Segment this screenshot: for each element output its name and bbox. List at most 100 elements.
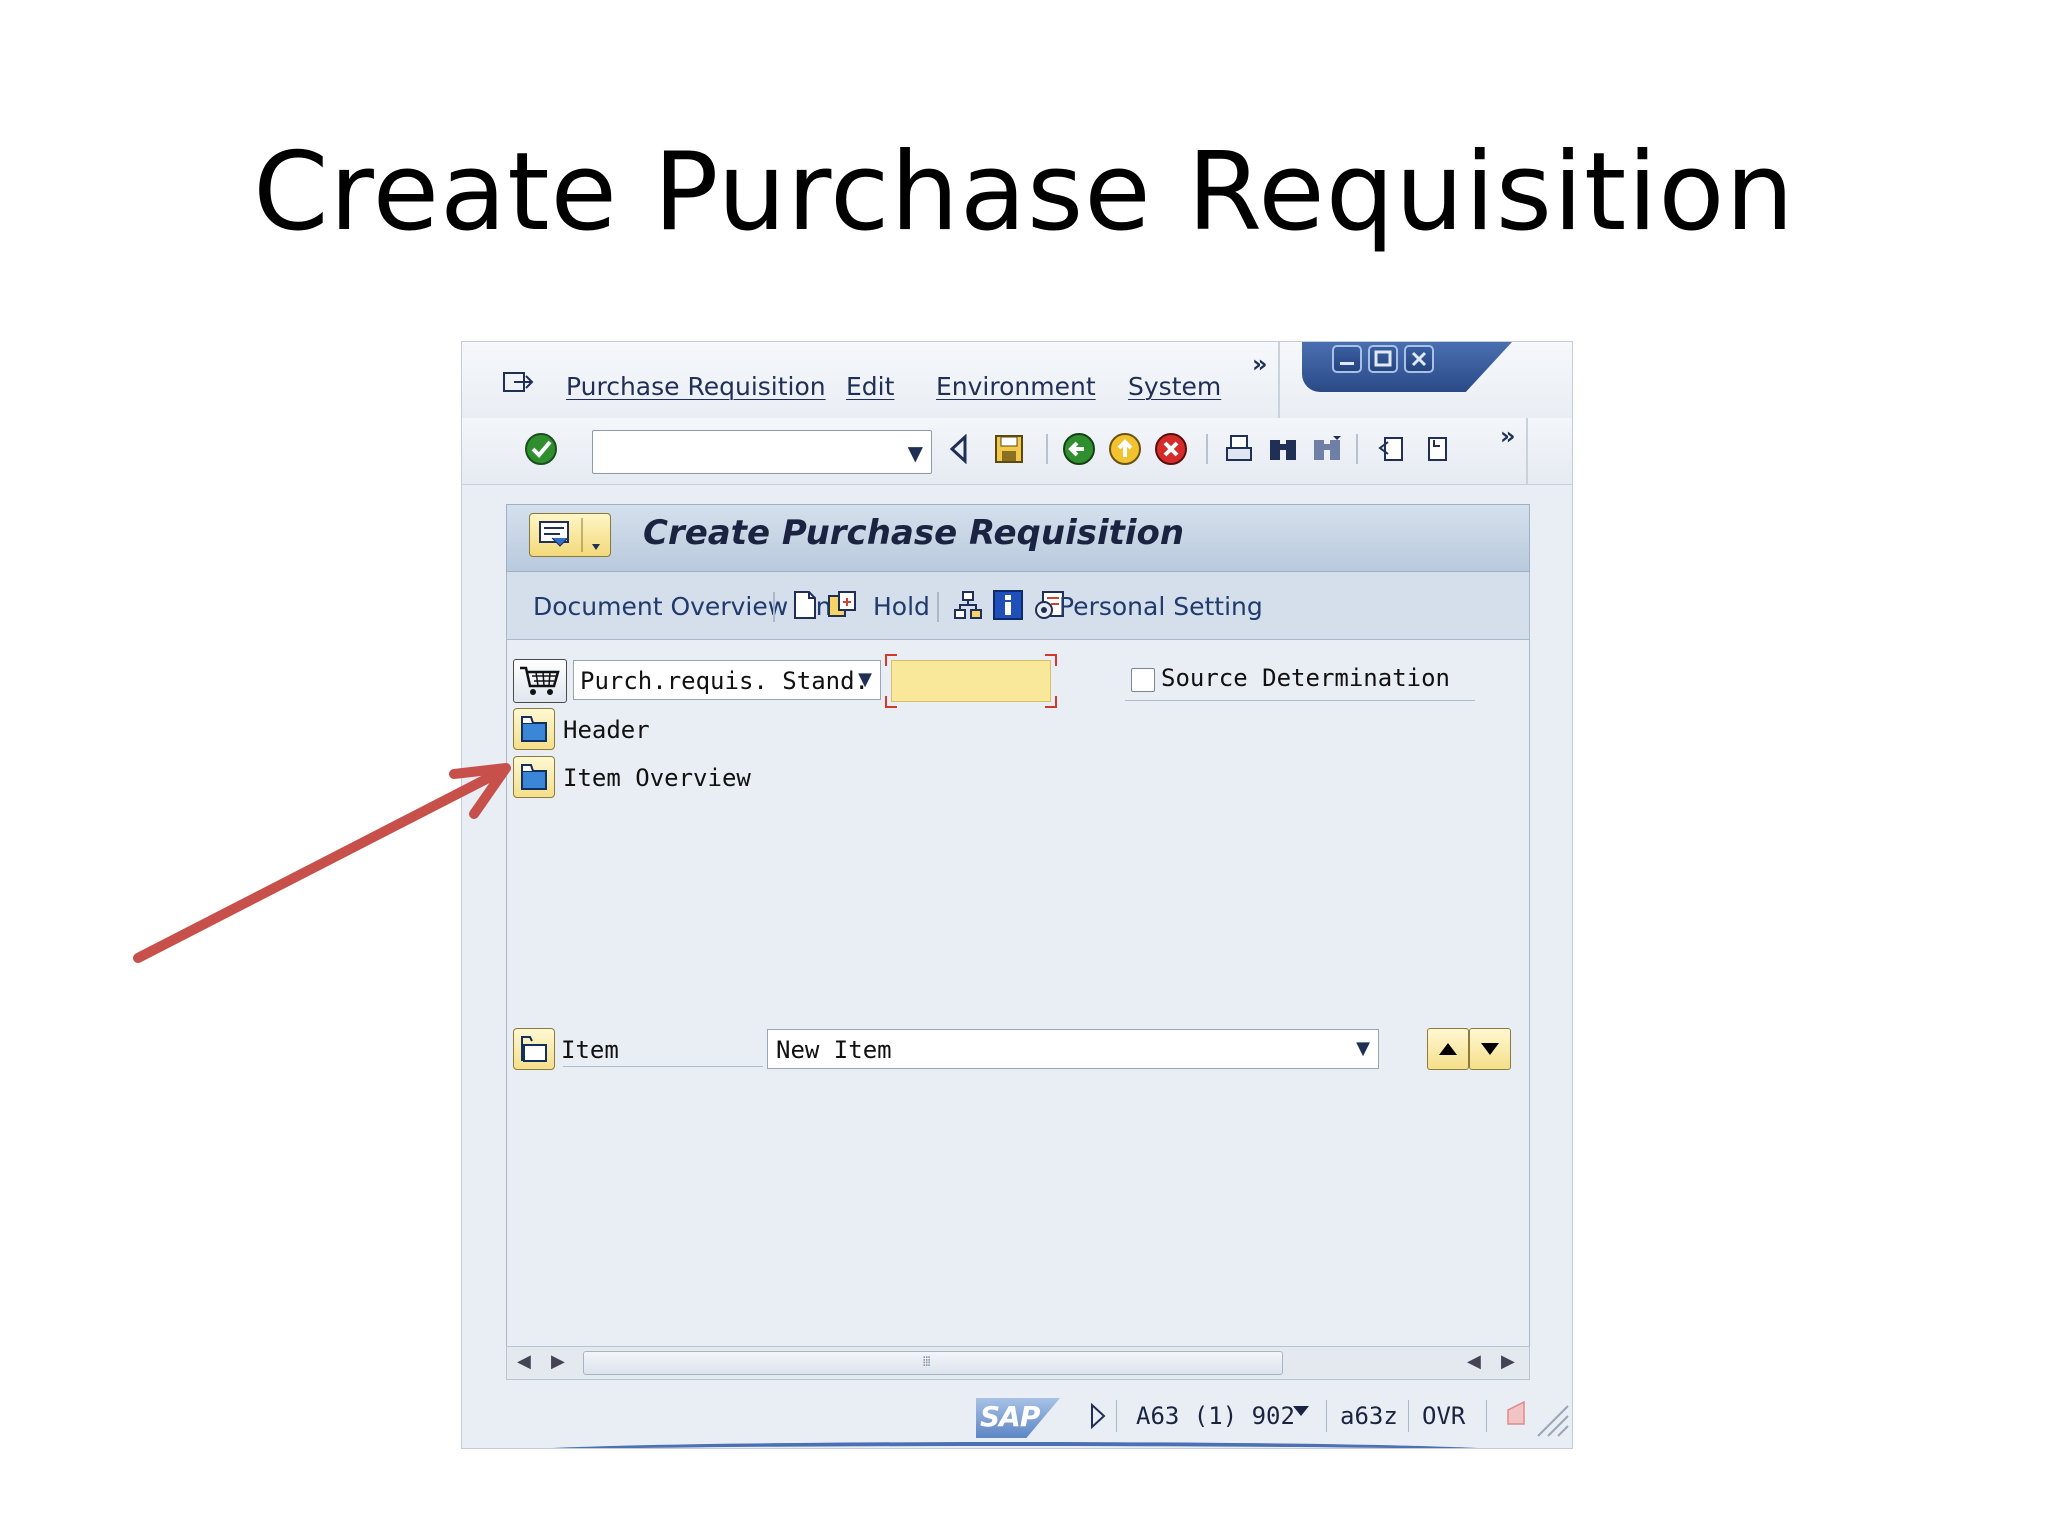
sap-logo-text: SAP — [980, 1400, 1040, 1433]
source-determination-checkbox[interactable] — [1131, 668, 1155, 692]
scroll-left-end-icon[interactable]: ◀ — [1467, 1351, 1481, 1372]
command-field-dropdown-icon[interactable]: ▼ — [908, 441, 923, 465]
slide-title: Create Purchase Requisition — [253, 130, 1795, 255]
shopping-cart-icon — [520, 666, 560, 695]
status-separator — [1408, 1400, 1409, 1432]
save-icon[interactable] — [992, 432, 1026, 466]
find-binoculars-icon[interactable] — [1266, 432, 1300, 466]
expand-folder-icon — [521, 716, 547, 742]
find-next-binoculars-icon[interactable] — [1310, 432, 1344, 466]
status-server: a63z — [1340, 1402, 1398, 1430]
menu-exit-icon[interactable] — [502, 370, 534, 394]
menu-divider — [1278, 342, 1280, 418]
screen-content: Purch.requis. Stand. ▼ Source Determinat… — [506, 640, 1530, 1380]
item-label-underline — [563, 1066, 763, 1067]
application-toolbar: Document Overview On Hold Personal Setti… — [506, 572, 1530, 640]
status-separator — [1116, 1400, 1117, 1432]
document-type-value: Purch.requis. Stand. — [580, 667, 869, 695]
toolbar-more-chevron-icon[interactable]: » — [1500, 422, 1516, 450]
document-type-dropdown-icon[interactable]: ▼ — [858, 669, 872, 690]
create-document-icon[interactable] — [787, 588, 821, 622]
back-triangle-icon[interactable] — [942, 432, 976, 466]
screen-title-bar: Create Purchase Requisition — [506, 504, 1530, 572]
menu-system[interactable]: System — [1128, 372, 1221, 401]
menu-purchase-requisition[interactable]: Purchase Requisition — [566, 372, 826, 401]
status-expand-triangle-icon[interactable] — [1088, 1402, 1108, 1430]
collapse-folder-icon — [521, 1036, 547, 1062]
cancel-icon[interactable] — [1154, 432, 1188, 466]
status-bar: SAP A63 (1) 902 a63z OVR — [462, 1388, 1572, 1444]
sap-gui-window: Purchase Requisition Edit Environment Sy… — [461, 341, 1573, 1449]
window-controls — [1302, 342, 1512, 392]
down-arrow-icon — [1481, 1043, 1499, 1055]
toolbar-separator — [1046, 434, 1048, 464]
source-determination-label: Source Determination — [1161, 664, 1450, 692]
item-detail-collapse-button[interactable] — [513, 1028, 555, 1070]
maximize-button[interactable] — [1368, 345, 1398, 373]
close-button[interactable] — [1404, 345, 1434, 373]
shopping-cart-button[interactable] — [513, 659, 567, 703]
required-field-marker — [885, 654, 897, 666]
command-field[interactable]: ▼ — [592, 430, 932, 474]
screen-title: Create Purchase Requisition — [643, 513, 1185, 553]
item-overview-expand-button[interactable] — [513, 756, 555, 798]
status-separator — [1326, 1400, 1327, 1432]
check-network-icon[interactable] — [951, 588, 985, 622]
copy-document-icon[interactable] — [825, 588, 859, 622]
status-mode[interactable]: OVR — [1422, 1402, 1465, 1430]
system-dropdown-icon[interactable] — [1292, 1404, 1310, 1418]
expand-folder-icon — [521, 764, 547, 790]
next-item-button[interactable] — [1469, 1028, 1511, 1070]
back-arrow-icon[interactable] — [1062, 432, 1096, 466]
app-toolbar-separator — [937, 592, 939, 622]
personal-setting-button[interactable]: Personal Setting — [1059, 592, 1263, 621]
scroll-left-icon[interactable]: ◀ — [517, 1351, 531, 1372]
menu-edit[interactable]: Edit — [846, 372, 894, 401]
exit-up-arrow-icon[interactable] — [1108, 432, 1142, 466]
app-toolbar-separator — [773, 592, 775, 622]
info-icon[interactable] — [991, 588, 1025, 622]
menu-bar: Purchase Requisition Edit Environment Sy… — [462, 342, 1572, 419]
menu-environment[interactable]: Environment — [936, 372, 1096, 401]
services-for-object-icon — [539, 518, 600, 552]
maximize-icon — [1374, 350, 1392, 367]
status-system: A63 (1) 902 — [1136, 1402, 1295, 1430]
document-type-select[interactable]: Purch.requis. Stand. ▼ — [573, 660, 881, 700]
previous-page-icon[interactable] — [1418, 432, 1452, 466]
required-field-marker — [885, 696, 897, 708]
services-for-object-button[interactable] — [529, 513, 611, 557]
item-select[interactable]: New Item ▼ — [767, 1029, 1379, 1069]
scroll-right-icon[interactable]: ▶ — [551, 1351, 565, 1372]
source-determination-underline — [1125, 700, 1475, 701]
toolbar-divider — [1526, 418, 1528, 484]
minimize-icon — [1340, 362, 1354, 365]
item-label: Item — [561, 1036, 619, 1064]
status-separator — [1486, 1400, 1487, 1432]
scrollbar-thumb[interactable]: ⁞⁞⁞ — [583, 1351, 1283, 1375]
toolbar-separator — [1356, 434, 1358, 464]
resize-grip-icon[interactable] — [1534, 1402, 1570, 1438]
minimize-button[interactable] — [1332, 345, 1362, 373]
header-section-label[interactable]: Header — [563, 716, 650, 744]
required-field-marker — [1045, 654, 1057, 666]
scrollbar-grip-icon: ⁞⁞⁞ — [922, 1354, 931, 1370]
menu-more-chevron-icon[interactable]: » — [1252, 350, 1268, 378]
requisition-number-field[interactable] — [891, 660, 1051, 702]
previous-item-button[interactable] — [1427, 1028, 1469, 1070]
standard-toolbar: ▼ » — [462, 418, 1572, 485]
first-page-icon[interactable] — [1374, 432, 1408, 466]
required-field-marker — [1045, 696, 1057, 708]
close-icon — [1411, 351, 1427, 367]
up-arrow-icon — [1439, 1043, 1457, 1055]
scroll-right-end-icon[interactable]: ▶ — [1501, 1351, 1515, 1372]
item-select-value: New Item — [776, 1036, 892, 1064]
connection-lock-icon — [1507, 1400, 1525, 1425]
header-expand-button[interactable] — [513, 708, 555, 750]
hold-button[interactable]: Hold — [873, 592, 930, 621]
print-icon[interactable] — [1222, 432, 1256, 466]
enter-checkmark-icon[interactable] — [524, 432, 558, 466]
horizontal-scrollbar[interactable]: ◀ ▶ ⁞⁞⁞ ◀ ▶ — [506, 1346, 1530, 1380]
item-dropdown-icon[interactable]: ▼ — [1356, 1038, 1370, 1059]
item-overview-section-label[interactable]: Item Overview — [563, 764, 751, 792]
toolbar-separator — [1206, 434, 1208, 464]
